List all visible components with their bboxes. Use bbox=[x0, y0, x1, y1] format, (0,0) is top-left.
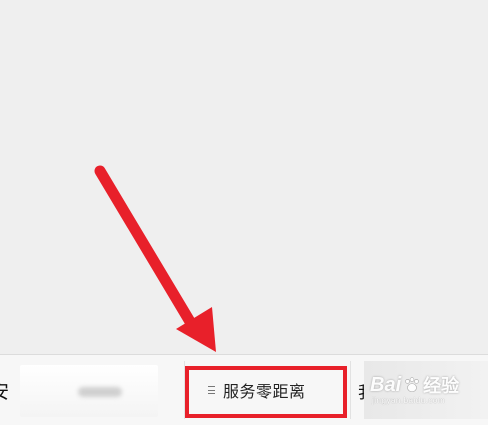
watermark-url: jingyan.baidu.com bbox=[372, 396, 445, 405]
watermark-suffix: 经验 bbox=[423, 376, 460, 396]
hamburger-icon bbox=[208, 386, 215, 394]
blurred-menu-item[interactable] bbox=[20, 365, 158, 417]
menu-item-left-label: 安 bbox=[0, 377, 9, 404]
menu-item-service[interactable]: 服务零距离 bbox=[188, 355, 346, 425]
message-area bbox=[0, 0, 488, 354]
baidu-jingyan-watermark: Bai 经验 jingyan.baidu.com bbox=[370, 372, 460, 406]
menu-item-service-label: 服务零距离 bbox=[223, 382, 306, 401]
menu-divider bbox=[184, 361, 185, 419]
wechat-official-account-screen: 安 服务零距离 我 Bai 经验 jingyan.baidu.com bbox=[0, 0, 488, 425]
blurred-label bbox=[78, 387, 122, 397]
menu-item-left-partial[interactable]: 安 bbox=[0, 355, 20, 425]
menu-divider bbox=[350, 361, 351, 419]
menu-item-right-partial[interactable]: 我 bbox=[352, 355, 364, 425]
paw-icon bbox=[405, 377, 419, 393]
watermark-brand: Bai bbox=[370, 373, 402, 396]
